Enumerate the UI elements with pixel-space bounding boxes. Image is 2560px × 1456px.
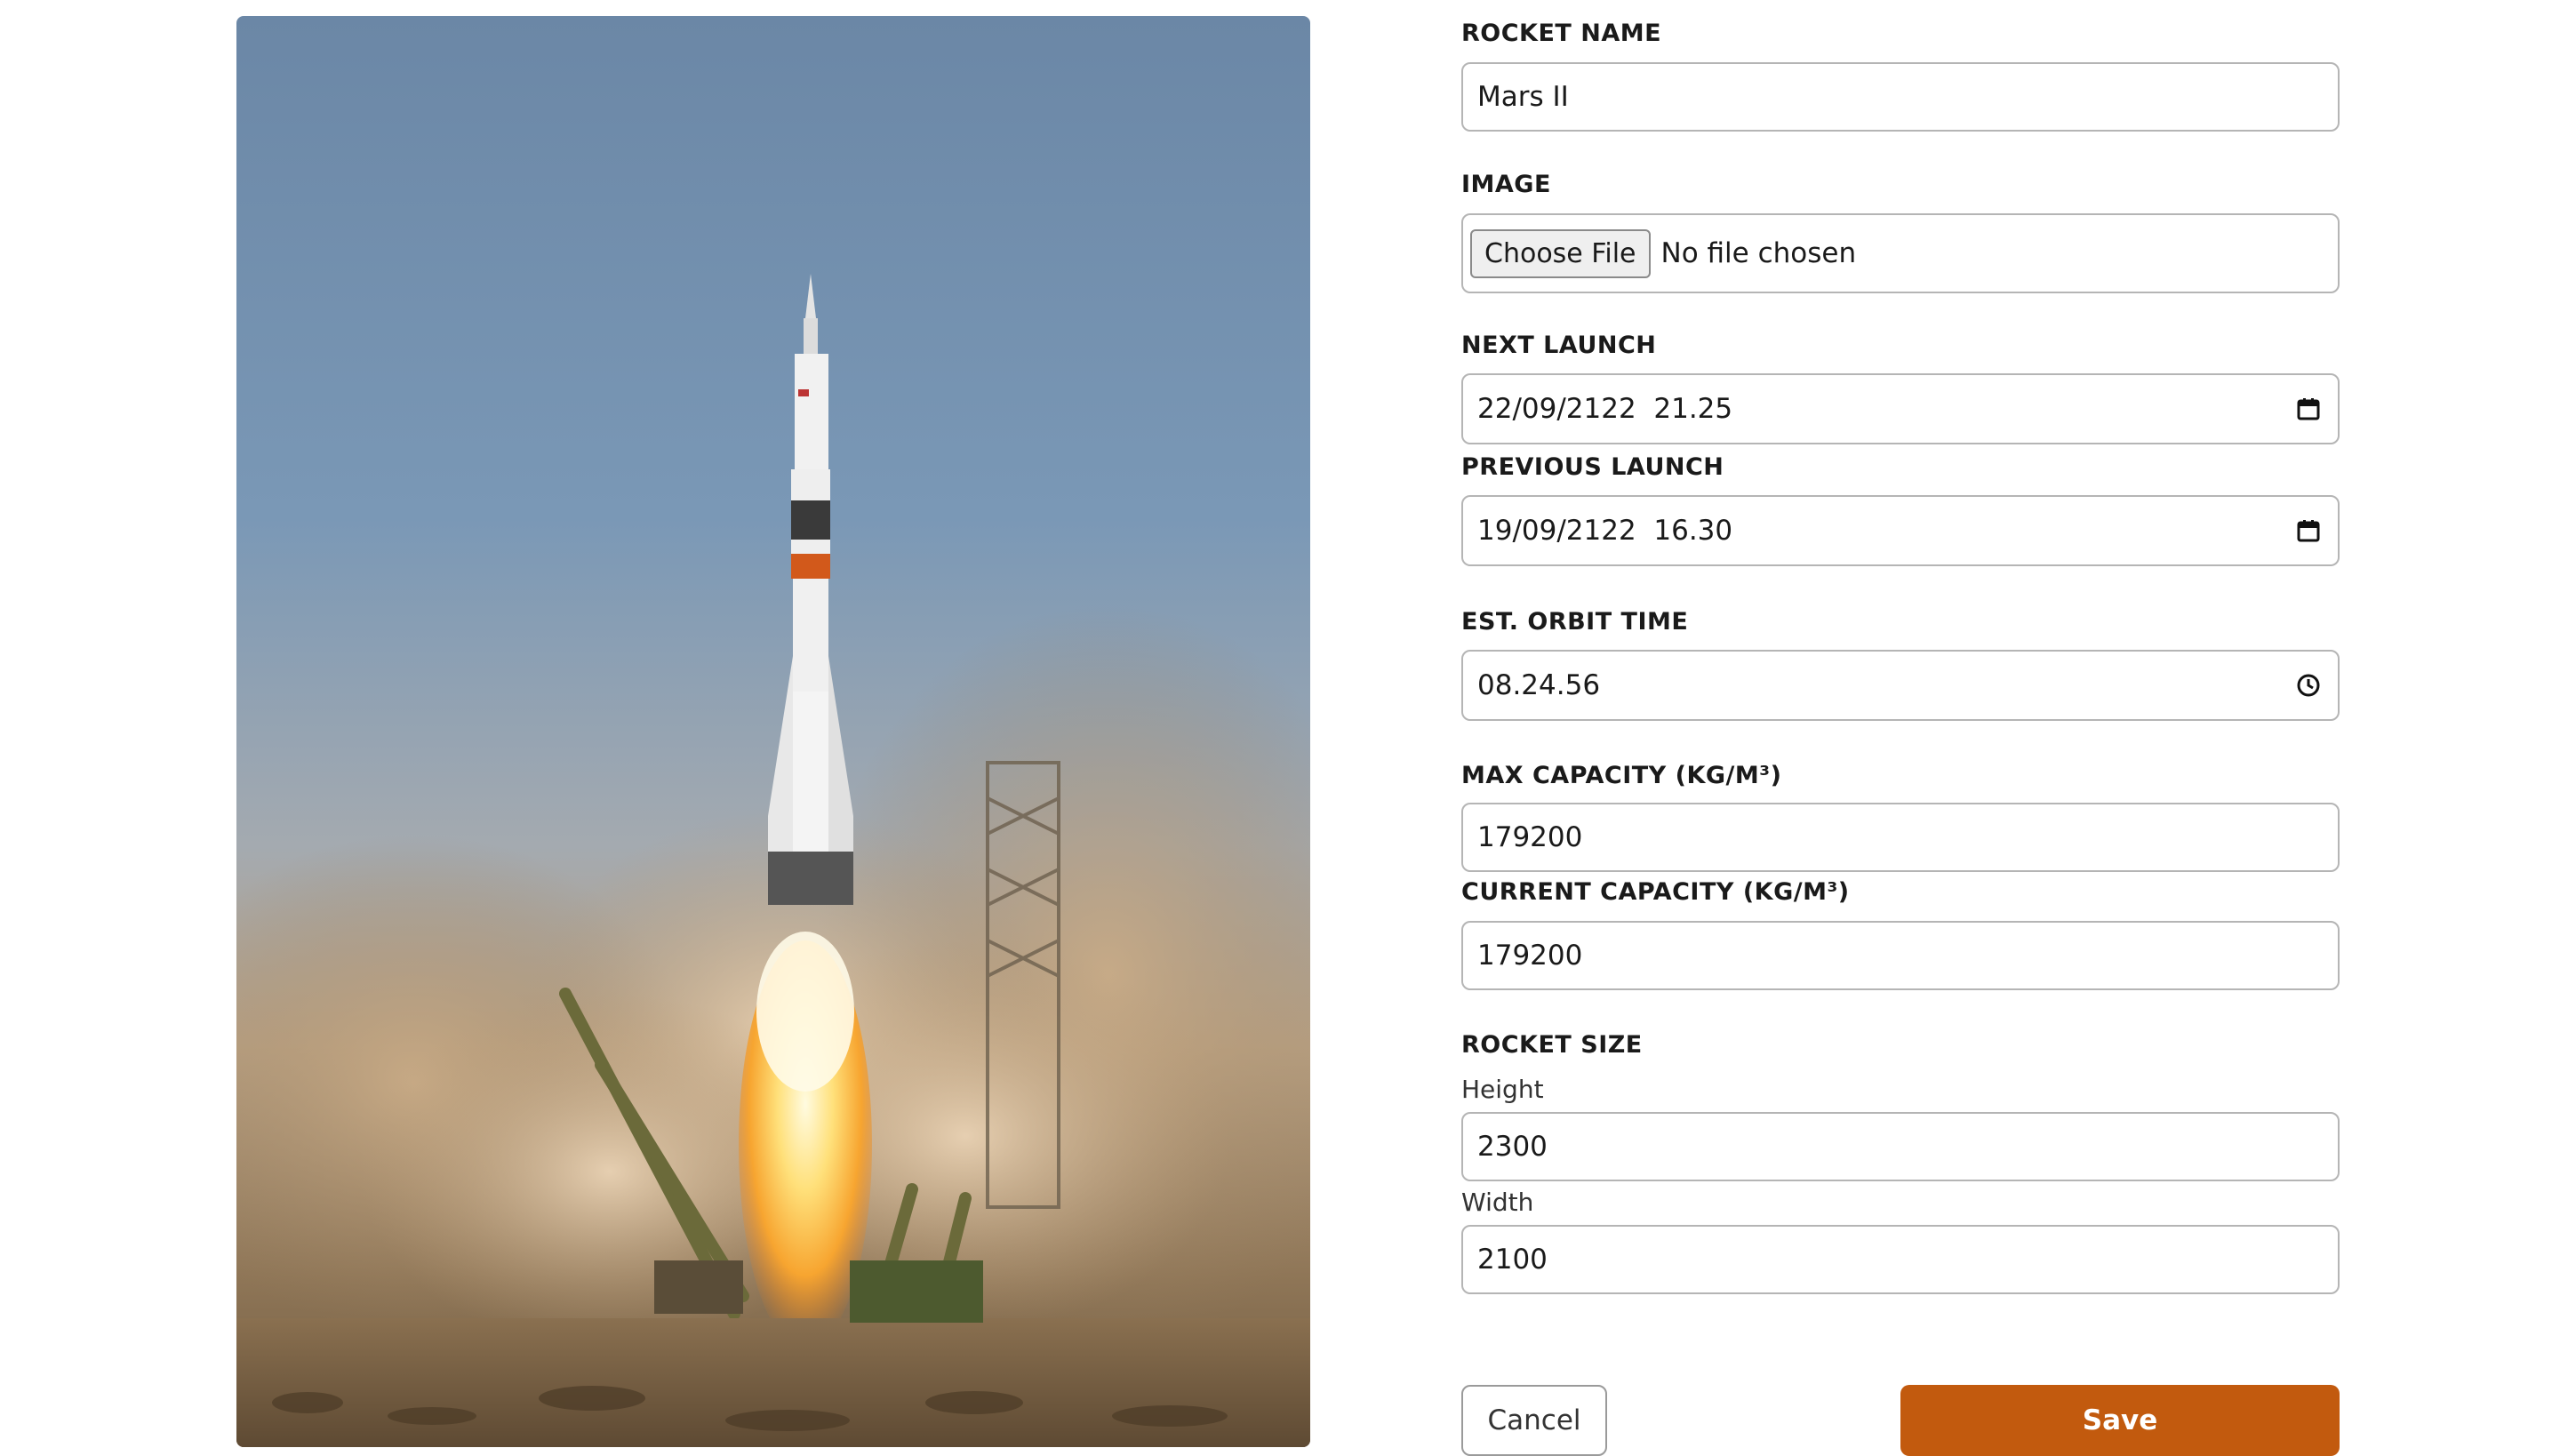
next-launch-value: 22/09/2122 21.25 <box>1477 393 1733 425</box>
rocket-size-label: ROCKET SIZE <box>1461 1031 1643 1059</box>
previous-launch-input[interactable]: 19/09/2122 16.30 <box>1461 495 2340 566</box>
max-capacity-value: 179200 <box>1477 821 1583 853</box>
rocket-name-label: ROCKET NAME <box>1461 20 1662 47</box>
previous-launch-value: 19/09/2122 16.30 <box>1477 515 1733 547</box>
next-launch-input[interactable]: 22/09/2122 21.25 <box>1461 373 2340 444</box>
height-value: 2300 <box>1477 1131 1548 1163</box>
width-value: 2100 <box>1477 1244 1548 1276</box>
next-launch-label: NEXT LAUNCH <box>1461 332 1657 359</box>
orbit-time-input[interactable]: 08.24.56 <box>1461 650 2340 721</box>
width-input[interactable]: 2100 <box>1461 1225 2340 1294</box>
previous-launch-label: PREVIOUS LAUNCH <box>1461 453 1724 481</box>
calendar-icon[interactable] <box>2293 516 2324 546</box>
save-button[interactable]: Save <box>1900 1385 2340 1456</box>
rocket-form: ROCKET NAME Mars II IMAGE Choose File No… <box>1461 0 2341 1456</box>
height-input[interactable]: 2300 <box>1461 1112 2340 1181</box>
file-status-text: No file chosen <box>1660 237 1857 269</box>
max-capacity-input[interactable]: 179200 <box>1461 803 2340 872</box>
choose-file-button[interactable]: Choose File <box>1470 228 1651 278</box>
max-capacity-label: MAX CAPACITY (KG/M³) <box>1461 762 1782 789</box>
image-file-input[interactable]: Choose File No file chosen <box>1461 213 2340 293</box>
image-label: IMAGE <box>1461 171 1551 198</box>
calendar-icon[interactable] <box>2293 394 2324 424</box>
orbit-time-value: 08.24.56 <box>1477 669 1601 701</box>
current-capacity-input[interactable]: 179200 <box>1461 921 2340 990</box>
rocket-illustration <box>236 274 1310 1447</box>
cancel-button[interactable]: Cancel <box>1461 1385 1607 1456</box>
rocket-name-input[interactable]: Mars II <box>1461 62 2340 132</box>
clock-icon[interactable] <box>2293 670 2324 700</box>
rocket-name-value: Mars II <box>1477 81 1569 113</box>
height-label: Height <box>1461 1075 1544 1104</box>
orbit-time-label: EST. ORBIT TIME <box>1461 608 1689 636</box>
width-label: Width <box>1461 1188 1534 1217</box>
current-capacity-label: CURRENT CAPACITY (KG/M³) <box>1461 878 1850 906</box>
current-capacity-value: 179200 <box>1477 940 1583 972</box>
rocket-launch-photo <box>236 16 1310 1447</box>
